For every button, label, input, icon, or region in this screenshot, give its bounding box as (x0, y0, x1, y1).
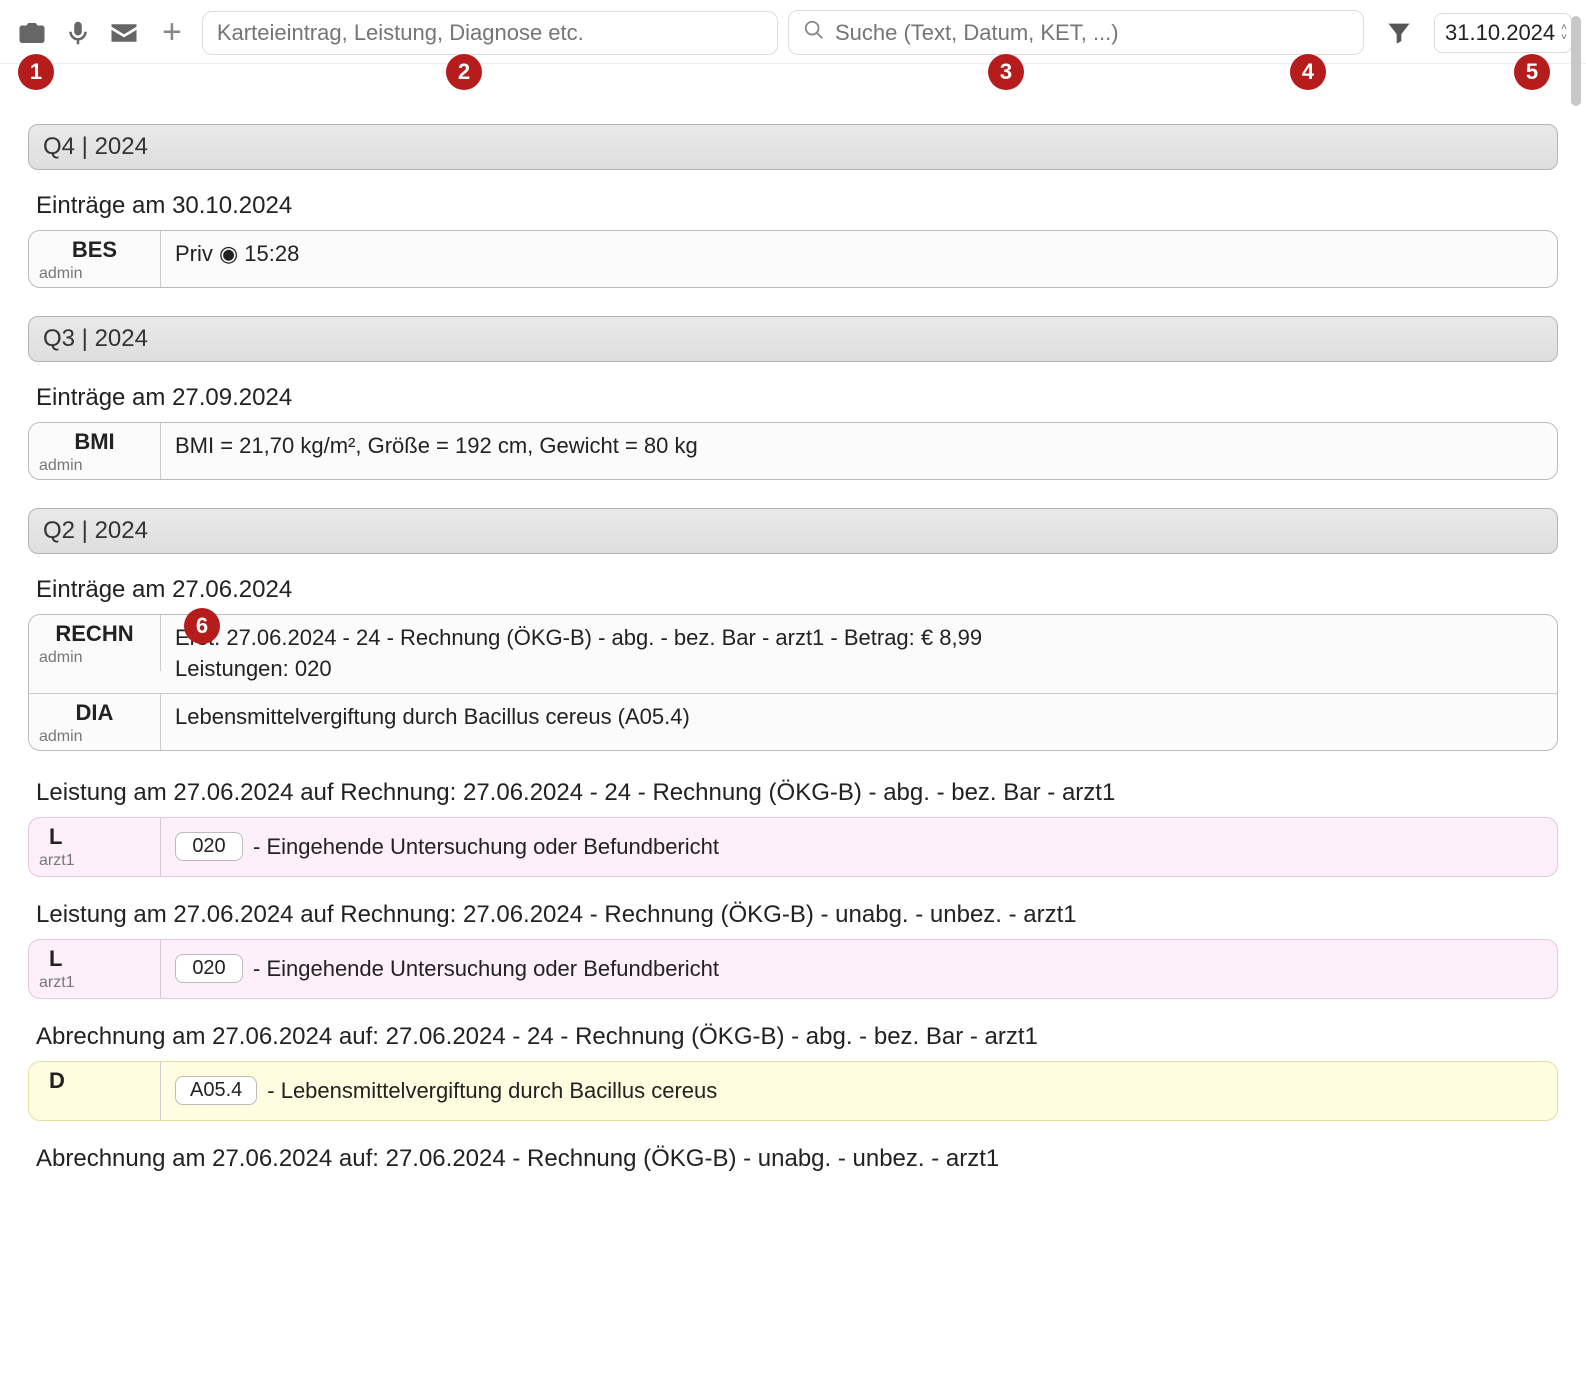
entry-left: BES admin (29, 231, 161, 287)
entry-left: L arzt1 (29, 940, 161, 998)
entry-left: D (29, 1062, 161, 1120)
code-pill[interactable]: 020 (175, 832, 243, 861)
quarter-header-q4[interactable]: Q4 | 2024 (28, 124, 1558, 170)
day-label: Abrechnung am 27.06.2024 auf: 27.06.2024… (36, 1145, 1558, 1173)
entry-type: BMI (39, 429, 150, 455)
day-label: Leistung am 27.06.2024 auf Rechnung: 27.… (36, 901, 1558, 929)
entry-type: BES (39, 237, 150, 263)
entry-desc: - Eingehende Untersuchung oder Befundber… (253, 956, 719, 982)
entry-user: admin (39, 457, 150, 475)
entry-type: D (39, 1068, 150, 1094)
entry-type: RECHN (39, 621, 150, 647)
entry-user: admin (39, 728, 150, 746)
service-box[interactable]: L arzt1 020 - Eingehende Untersuchung od… (28, 939, 1558, 999)
chevron-down-icon[interactable]: ˅ (1561, 33, 1567, 43)
entry-user: arzt1 (39, 852, 150, 870)
billing-box[interactable]: D A05.4 - Lebensmittelvergiftung durch B… (28, 1061, 1558, 1121)
filter-icon[interactable] (1382, 16, 1416, 50)
entry-line: Leistungen: 020 (175, 654, 1543, 685)
day-label: Einträge am 27.06.2024 (36, 576, 1558, 604)
entry-body: Lebensmittelvergiftung durch Bacillus ce… (161, 694, 1557, 741)
entry-body: 020 - Eingehende Untersuchung oder Befun… (161, 818, 1557, 876)
entry-type: DIA (39, 700, 150, 726)
help-badge-2: 2 (446, 54, 482, 90)
help-badge-4: 4 (1290, 54, 1326, 90)
entry-desc: - Lebensmittelvergiftung durch Bacillus … (267, 1078, 717, 1104)
entry-left: DIA admin (29, 694, 161, 750)
quarter-header-q3[interactable]: Q3 | 2024 (28, 316, 1558, 362)
entry-line: Erst. 27.06.2024 - 24 - Rechnung (ÖKG-B)… (175, 623, 1543, 654)
entry-body: Erst. 27.06.2024 - 24 - Rechnung (ÖKG-B)… (161, 615, 1557, 693)
quarter-header-q2[interactable]: Q2 | 2024 (28, 508, 1558, 554)
help-badge-1: 1 (18, 54, 54, 90)
entry-desc: - Eingehende Untersuchung oder Befundber… (253, 834, 719, 860)
help-badge-5: 5 (1514, 54, 1550, 90)
microphone-icon[interactable] (60, 15, 96, 51)
entry-left: RECHN admin (29, 615, 161, 671)
add-entry-button[interactable]: + (152, 13, 192, 52)
entry-type: L (39, 824, 150, 850)
search-icon (803, 19, 825, 46)
entry-user: arzt1 (39, 974, 150, 992)
date-field[interactable]: 31.10.2024 ˄ ˅ (1434, 13, 1572, 53)
toolbar: + 31.10.2024 ˄ ˅ (0, 0, 1586, 64)
day-label: Einträge am 27.09.2024 (36, 384, 1558, 412)
entry-row[interactable]: DIA admin Lebensmittelvergiftung durch B… (29, 694, 1557, 750)
search-input-wrap[interactable] (788, 10, 1364, 55)
code-pill[interactable]: 020 (175, 954, 243, 983)
entry-row[interactable]: BES admin Priv ◉ 15:28 (29, 231, 1557, 287)
entry-left: L arzt1 (29, 818, 161, 876)
entry-type: L (39, 946, 150, 972)
camera-icon[interactable] (14, 15, 50, 51)
date-stepper[interactable]: ˄ ˅ (1561, 23, 1567, 43)
entry-body: BMI = 21,70 kg/m², Größe = 192 cm, Gewic… (161, 423, 1557, 470)
chevron-up-icon[interactable]: ˄ (1561, 23, 1567, 33)
entry-user: admin (39, 265, 150, 283)
content-area: Q4 | 2024 Einträge am 30.10.2024 BES adm… (0, 64, 1586, 1203)
entry-body: 020 - Eingehende Untersuchung oder Befun… (161, 940, 1557, 998)
entry-user: admin (39, 649, 150, 667)
scrollbar[interactable] (1571, 16, 1583, 1358)
scroll-thumb[interactable] (1571, 16, 1581, 106)
day-label: Leistung am 27.06.2024 auf Rechnung: 27.… (36, 779, 1558, 807)
code-pill[interactable]: A05.4 (175, 1076, 257, 1105)
help-badge-3: 3 (988, 54, 1024, 90)
entry-body: Priv ◉ 15:28 (161, 231, 1557, 278)
service-box[interactable]: L arzt1 020 - Eingehende Untersuchung od… (28, 817, 1558, 877)
search-input[interactable] (835, 20, 1349, 46)
entry-box[interactable]: BMI admin BMI = 21,70 kg/m², Größe = 192… (28, 422, 1558, 480)
entry-body: A05.4 - Lebensmittelvergiftung durch Bac… (161, 1062, 1557, 1120)
entry-box[interactable]: BES admin Priv ◉ 15:28 (28, 230, 1558, 288)
entry-input[interactable] (202, 11, 778, 55)
entry-left: BMI admin (29, 423, 161, 479)
entry-row[interactable]: RECHN admin Erst. 27.06.2024 - 24 - Rech… (29, 615, 1557, 694)
mail-icon[interactable] (106, 15, 142, 51)
day-label: Abrechnung am 27.06.2024 auf: 27.06.2024… (36, 1023, 1558, 1051)
entry-row[interactable]: BMI admin BMI = 21,70 kg/m², Größe = 192… (29, 423, 1557, 479)
day-label: Einträge am 30.10.2024 (36, 192, 1558, 220)
help-badge-6: 6 (184, 608, 220, 644)
entry-box[interactable]: RECHN admin Erst. 27.06.2024 - 24 - Rech… (28, 614, 1558, 751)
date-value: 31.10.2024 (1445, 20, 1555, 46)
